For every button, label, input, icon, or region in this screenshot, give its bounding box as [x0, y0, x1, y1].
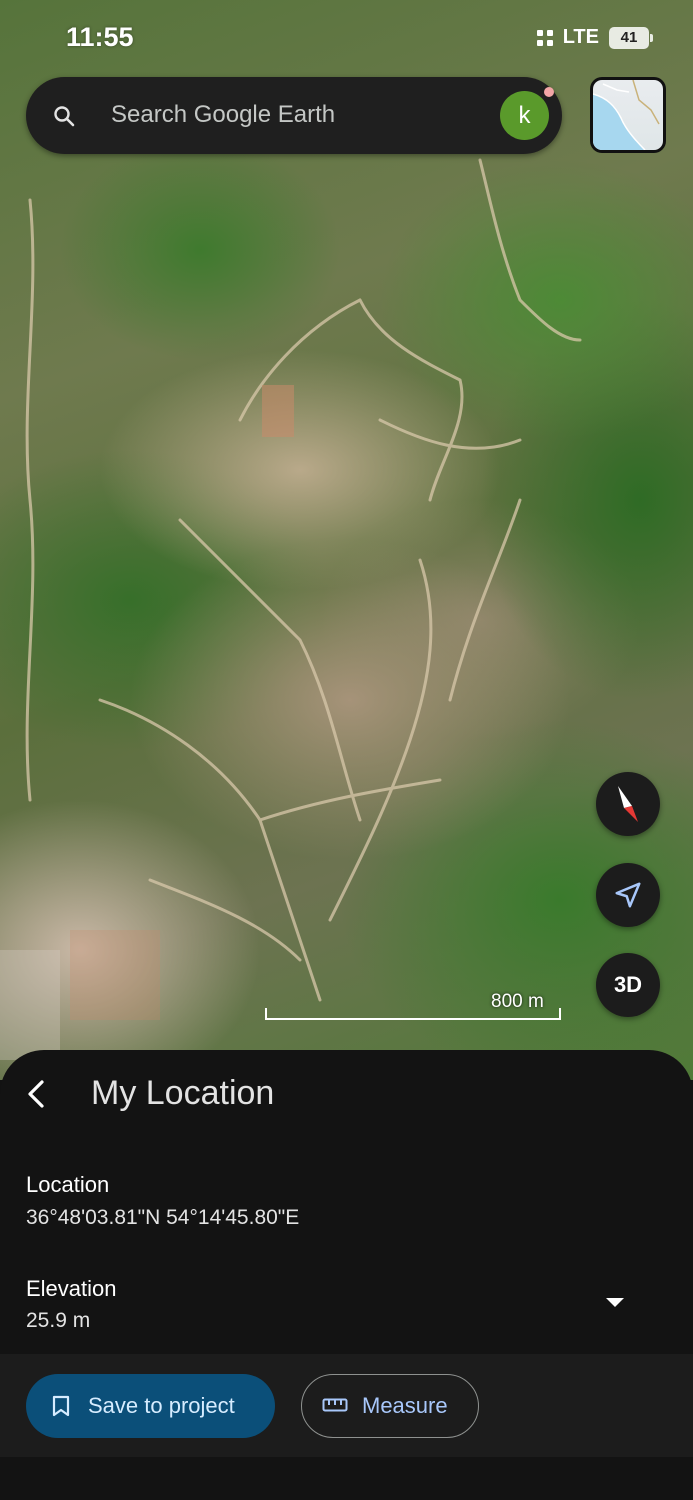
- location-sheet: My Location Location 36°48'03.81"N 54°14…: [0, 1050, 693, 1500]
- search-bar[interactable]: Search Google Earth k: [26, 77, 562, 154]
- ruler-icon: [322, 1398, 348, 1412]
- compass-button[interactable]: [596, 772, 660, 836]
- notification-dots-icon: [536, 29, 553, 46]
- minimap-icon: [593, 80, 663, 150]
- network-label: LTE: [562, 26, 599, 48]
- my-location-button[interactable]: [596, 863, 660, 927]
- elevation-label: Elevation: [26, 1276, 117, 1301]
- back-icon[interactable]: [18, 1076, 54, 1112]
- action-bar: Save to project Measure: [0, 1354, 693, 1457]
- scale-bar: [265, 1008, 561, 1020]
- location-coordinates: 36°48'03.81"N 54°14'45.80"E: [26, 1206, 300, 1229]
- location-label: Location: [26, 1172, 110, 1197]
- search-input[interactable]: Search Google Earth: [111, 101, 335, 129]
- layers-minimap-button[interactable]: [590, 77, 666, 153]
- sheet-title: My Location: [91, 1074, 275, 1112]
- dropdown-icon[interactable]: [606, 1298, 624, 1307]
- compass-icon: [618, 786, 638, 822]
- locate-icon: [615, 882, 641, 908]
- avatar[interactable]: k: [500, 91, 549, 140]
- gesture-area: [0, 1457, 693, 1500]
- battery-icon: 41: [609, 26, 653, 49]
- map-roads: [0, 158, 582, 1060]
- screen: 11:55 LTE 41 Search Google Earth k 3D 80…: [0, 0, 693, 1500]
- bookmark-icon: [52, 1395, 70, 1417]
- status-icons: LTE 41: [536, 26, 653, 49]
- status-time: 11:55: [66, 22, 134, 52]
- save-button-label: Save to project: [88, 1393, 235, 1418]
- measure-button-label: Measure: [362, 1393, 448, 1418]
- satellite-map[interactable]: 11:55 LTE 41 Search Google Earth k 3D 80…: [0, 0, 693, 1080]
- toggle-3d-button[interactable]: 3D: [596, 953, 660, 1017]
- measure-button[interactable]: Measure: [301, 1374, 479, 1438]
- search-icon[interactable]: [52, 104, 76, 128]
- notification-badge: [544, 87, 554, 97]
- save-to-project-button[interactable]: Save to project: [26, 1374, 275, 1438]
- elevation-value: 25.9 m: [26, 1309, 91, 1332]
